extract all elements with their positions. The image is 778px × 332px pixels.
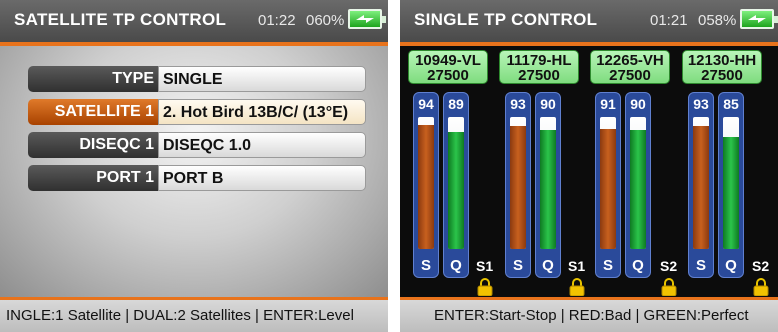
tp-symbol-rate: 27500 [701,67,743,84]
signal-value: 93 [693,96,709,112]
quality-letter: Q [725,257,737,274]
satellite-tag: S2 [660,258,678,274]
footer-hint: ENTER:Start-Stop | RED:Bad | GREEN:Perfe… [434,307,749,324]
quality-fill [448,131,464,249]
satellite-tag: S2 [752,258,770,274]
signal-letter: S [695,257,706,274]
signal-level-bar: 94 S [413,92,439,278]
diseqc-1-row[interactable]: DISEQC 1 DISEQC 1.0 [28,132,366,158]
quality-value: 85 [723,96,739,112]
quality-value: 90 [630,96,646,112]
port-1-value[interactable]: PORT B [158,165,366,191]
diseqc-1-label: DISEQC 1 [28,132,158,158]
quality-fill [723,136,739,249]
quality-level-bar: 85 Q [718,92,744,278]
battery-charging-icon [740,9,778,29]
quality-fill [540,130,556,249]
screen-title: SATELLITE TP CONTROL [14,10,227,29]
signal-level-bar: 93 S [688,92,714,278]
signal-letter: S [512,257,523,274]
header-bar: SINGLE TP CONTROL 01:21 058% [400,0,778,46]
satellite-1-value[interactable]: 2. Hot Bird 13B/C/ (13°E) [158,99,366,125]
padlock-icon [477,278,493,296]
tp-frequency: 10949-VL [415,52,481,69]
footer-hint: INGLE:1 Satellite | DUAL:2 Satellites | … [6,307,354,324]
battery-percent: 058% [698,12,737,29]
quality-level-bar: 90 Q [535,92,561,278]
diseqc-1-value[interactable]: DISEQC 1.0 [158,132,366,158]
satellite-1-label: SATELLITE 1 [28,99,158,125]
signal-value: 94 [418,96,434,112]
tp-frequency: 12265-VH [596,52,664,69]
padlock-icon [753,278,769,296]
tp-frequency: 12130-HH [687,52,757,69]
header-bar: SATELLITE TP CONTROL 01:22 060% [0,0,388,46]
clock-time: 01:21 [650,12,688,29]
transponder-box[interactable]: 12130-HH 27500 [682,50,762,84]
signal-fill [600,128,616,249]
settings-panel: TYPE SINGLE SATELLITE 1 2. Hot Bird 13B/… [0,46,388,297]
satellite-tp-control-screen: SATELLITE TP CONTROL 01:22 060% TYPE SIN… [0,0,388,332]
quality-value: 90 [540,96,556,112]
quality-letter: Q [542,257,554,274]
signal-fill [418,124,434,249]
port-1-row[interactable]: PORT 1 PORT B [28,165,366,191]
type-label: TYPE [28,66,158,92]
quality-level-bar: 90 Q [625,92,651,278]
quality-letter: Q [632,257,644,274]
port-1-label: PORT 1 [28,165,158,191]
tp-symbol-rate: 27500 [427,67,469,84]
satellite-1-row[interactable]: SATELLITE 1 2. Hot Bird 13B/C/ (13°E) [28,99,366,125]
battery-charging-icon [348,9,386,29]
satellite-tag: S1 [568,258,586,274]
tp-frequency: 11179-HL [506,52,572,69]
battery-percent: 060% [306,12,345,29]
satellite-tag: S1 [476,258,494,274]
screen-title: SINGLE TP CONTROL [414,10,598,29]
footer-bar: ENTER:Start-Stop | RED:Bad | GREEN:Perfe… [400,297,778,332]
signal-level-bar: 91 S [595,92,621,278]
quality-level-bar: 89 Q [443,92,469,278]
signal-level-bar: 93 S [505,92,531,278]
signal-value: 93 [510,96,526,112]
tp-symbol-rate: 27500 [518,67,560,84]
type-value[interactable]: SINGLE [158,66,366,92]
transponder-box[interactable]: 12265-VH 27500 [590,50,670,84]
padlock-icon [569,278,585,296]
signal-letter: S [420,257,431,274]
quality-letter: Q [450,257,462,274]
signal-fill [510,126,526,249]
transponder-box[interactable]: 10949-VL 27500 [408,50,488,84]
signal-fill [693,126,709,249]
clock-time: 01:22 [258,12,296,29]
signal-letter: S [602,257,613,274]
padlock-icon [661,278,677,296]
transponder-box[interactable]: 11179-HL 27500 [499,50,579,84]
signal-value: 91 [600,96,616,112]
footer-bar: INGLE:1 Satellite | DUAL:2 Satellites | … [0,297,388,332]
type-row[interactable]: TYPE SINGLE [28,66,366,92]
quality-value: 89 [448,96,464,112]
quality-fill [630,130,646,249]
tp-symbol-rate: 27500 [609,67,651,84]
single-tp-control-screen: SINGLE TP CONTROL 01:21 058% 10949-VL 27… [400,0,778,332]
